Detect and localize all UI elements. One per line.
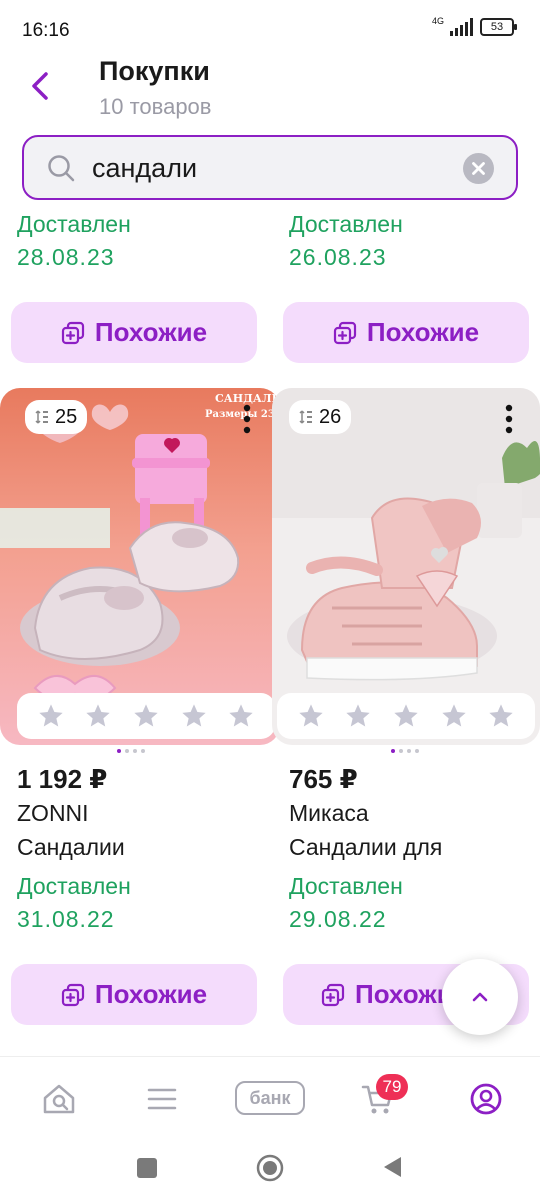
chevron-up-icon <box>472 992 488 1002</box>
star-icon <box>39 704 63 727</box>
size-badge: 26 <box>289 400 352 434</box>
star-icon <box>181 704 206 727</box>
size-count: 26 <box>319 405 342 428</box>
home-search-icon <box>43 1084 75 1114</box>
clear-search-button[interactable] <box>463 153 494 184</box>
more-vertical-icon[interactable] <box>242 404 252 434</box>
star-icon <box>229 704 253 727</box>
product-name: Сандалии для <box>289 834 443 860</box>
page-subtitle: 10 товаров <box>99 94 212 119</box>
back-nav-button[interactable] <box>381 1155 403 1179</box>
similar-label: Похожие <box>94 979 208 1009</box>
size-badge: 25 <box>25 400 88 434</box>
product-card[interactable]: САНДАЛИИ Размеры 23-28 25 <box>0 388 280 745</box>
delivery-status: Доставлен 31.08.22 <box>17 870 131 936</box>
product-card[interactable]: 26 <box>272 388 540 745</box>
nav-catalog[interactable] <box>140 1077 184 1121</box>
delivery-date: 31.08.22 <box>17 906 115 932</box>
product-brand: Микаса <box>289 800 369 826</box>
product-image: САНДАЛИИ Размеры 23-28 <box>0 388 280 745</box>
rating-bar[interactable] <box>277 693 535 739</box>
close-icon <box>472 162 485 175</box>
star-icon <box>134 704 158 727</box>
product-price: 1 192 ₽ <box>17 764 108 794</box>
network-label: 4G <box>431 16 444 26</box>
image-pager-dots <box>391 749 419 753</box>
similar-icon <box>333 321 357 344</box>
delivery-status: Доставлен 26.08.23 <box>289 208 403 274</box>
product-brand: ZONNI <box>17 800 89 826</box>
similar-label: Похожие <box>366 317 480 347</box>
rating-bar[interactable] <box>17 693 275 739</box>
profile-icon <box>470 1083 502 1115</box>
status-time: 16:16 <box>22 20 70 41</box>
nav-home[interactable] <box>37 1077 81 1121</box>
signal-icon <box>450 18 473 36</box>
menu-icon <box>147 1088 177 1110</box>
delivery-date: 26.08.23 <box>289 244 387 270</box>
cart-badge: 79 <box>376 1074 408 1100</box>
chevron-left-icon <box>32 72 48 100</box>
nav-bank[interactable]: банк <box>235 1081 305 1115</box>
system-nav-bar <box>0 1138 540 1200</box>
delivery-status: Доставлен 28.08.23 <box>17 208 131 274</box>
battery-icon: 53 <box>480 18 517 36</box>
delivery-label: Доставлен <box>17 211 131 237</box>
image-pager-dots <box>117 749 145 753</box>
star-icon <box>394 704 418 727</box>
similar-button[interactable]: Похожие <box>11 302 257 363</box>
nav-profile[interactable] <box>464 1077 508 1121</box>
recent-apps-button[interactable] <box>137 1158 157 1178</box>
status-icons: 4G 53 <box>431 16 517 36</box>
star-icon <box>299 704 323 727</box>
delivery-status: Доставлен 29.08.22 <box>289 870 403 936</box>
delivery-label: Доставлен <box>289 873 403 899</box>
delivery-date: 28.08.23 <box>17 244 115 270</box>
star-icon <box>346 704 371 727</box>
product-name: Сандалии <box>17 834 125 860</box>
similar-icon <box>61 983 85 1006</box>
similar-label: Похожие <box>94 317 208 347</box>
scroll-top-button[interactable] <box>442 959 518 1035</box>
similar-icon <box>61 321 85 344</box>
product-price: 765 ₽ <box>289 764 358 794</box>
search-icon <box>48 155 75 182</box>
similar-button[interactable]: Похожие <box>11 964 257 1025</box>
bottom-nav: банк 79 <box>0 1056 540 1138</box>
status-bar: 16:16 4G 53 <box>0 0 540 56</box>
delivery-label: Доставлен <box>17 873 131 899</box>
similar-button[interactable]: Похожие <box>283 302 529 363</box>
back-button[interactable] <box>24 66 58 106</box>
more-vertical-icon[interactable] <box>504 404 514 434</box>
size-icon <box>299 410 312 424</box>
home-button[interactable] <box>256 1154 284 1182</box>
search-input[interactable] <box>92 149 452 187</box>
delivery-date: 29.08.22 <box>289 906 387 932</box>
star-icon <box>441 704 466 727</box>
similar-icon <box>321 983 345 1006</box>
delivery-label: Доставлен <box>289 211 403 237</box>
page-header: Покупки 10 товаров <box>0 52 540 128</box>
size-icon <box>35 410 48 424</box>
size-count: 25 <box>55 405 78 428</box>
star-icon <box>489 704 513 727</box>
product-image <box>272 388 540 745</box>
search-box[interactable] <box>22 135 518 200</box>
star-icon <box>86 704 111 727</box>
page-title: Покупки <box>99 56 210 86</box>
